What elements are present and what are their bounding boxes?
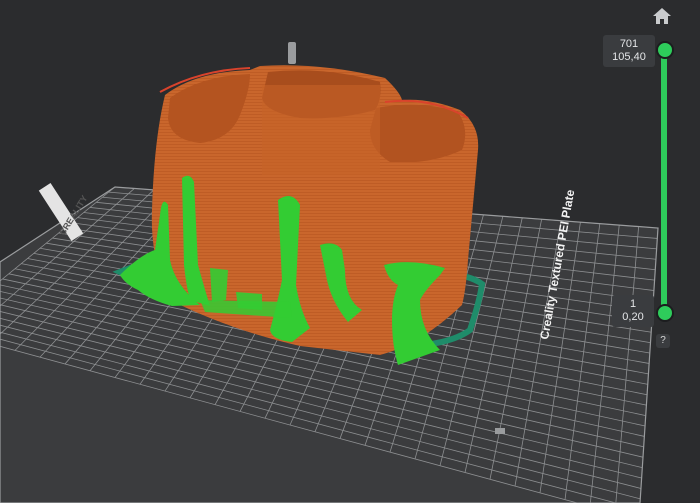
layer-slider-top-handle[interactable] — [656, 41, 674, 59]
nozzle-marker — [288, 42, 296, 64]
top-layer-readout: 701 105,40 — [603, 35, 655, 67]
bottom-layer-readout: 1 0,20 — [612, 295, 654, 327]
bottom-layer-height: 0,20 — [622, 311, 644, 323]
layer-slider-bottom-handle[interactable] — [656, 304, 674, 322]
top-layer-number: 701 — [619, 38, 639, 50]
home-button[interactable] — [652, 7, 672, 25]
bed-clip-marker — [495, 428, 505, 434]
help-button[interactable]: ? — [656, 334, 670, 348]
top-layer-height: 105,40 — [612, 51, 646, 63]
layer-slider-track[interactable] — [661, 47, 667, 313]
bottom-layer-number: 1 — [629, 298, 637, 310]
home-icon — [653, 8, 671, 24]
3d-viewport[interactable]: CREALITY Creality Textured PEI Plate — [0, 0, 700, 503]
printed-model — [151, 42, 479, 355]
scene[interactable]: CREALITY Creality Textured PEI Plate — [0, 0, 700, 503]
